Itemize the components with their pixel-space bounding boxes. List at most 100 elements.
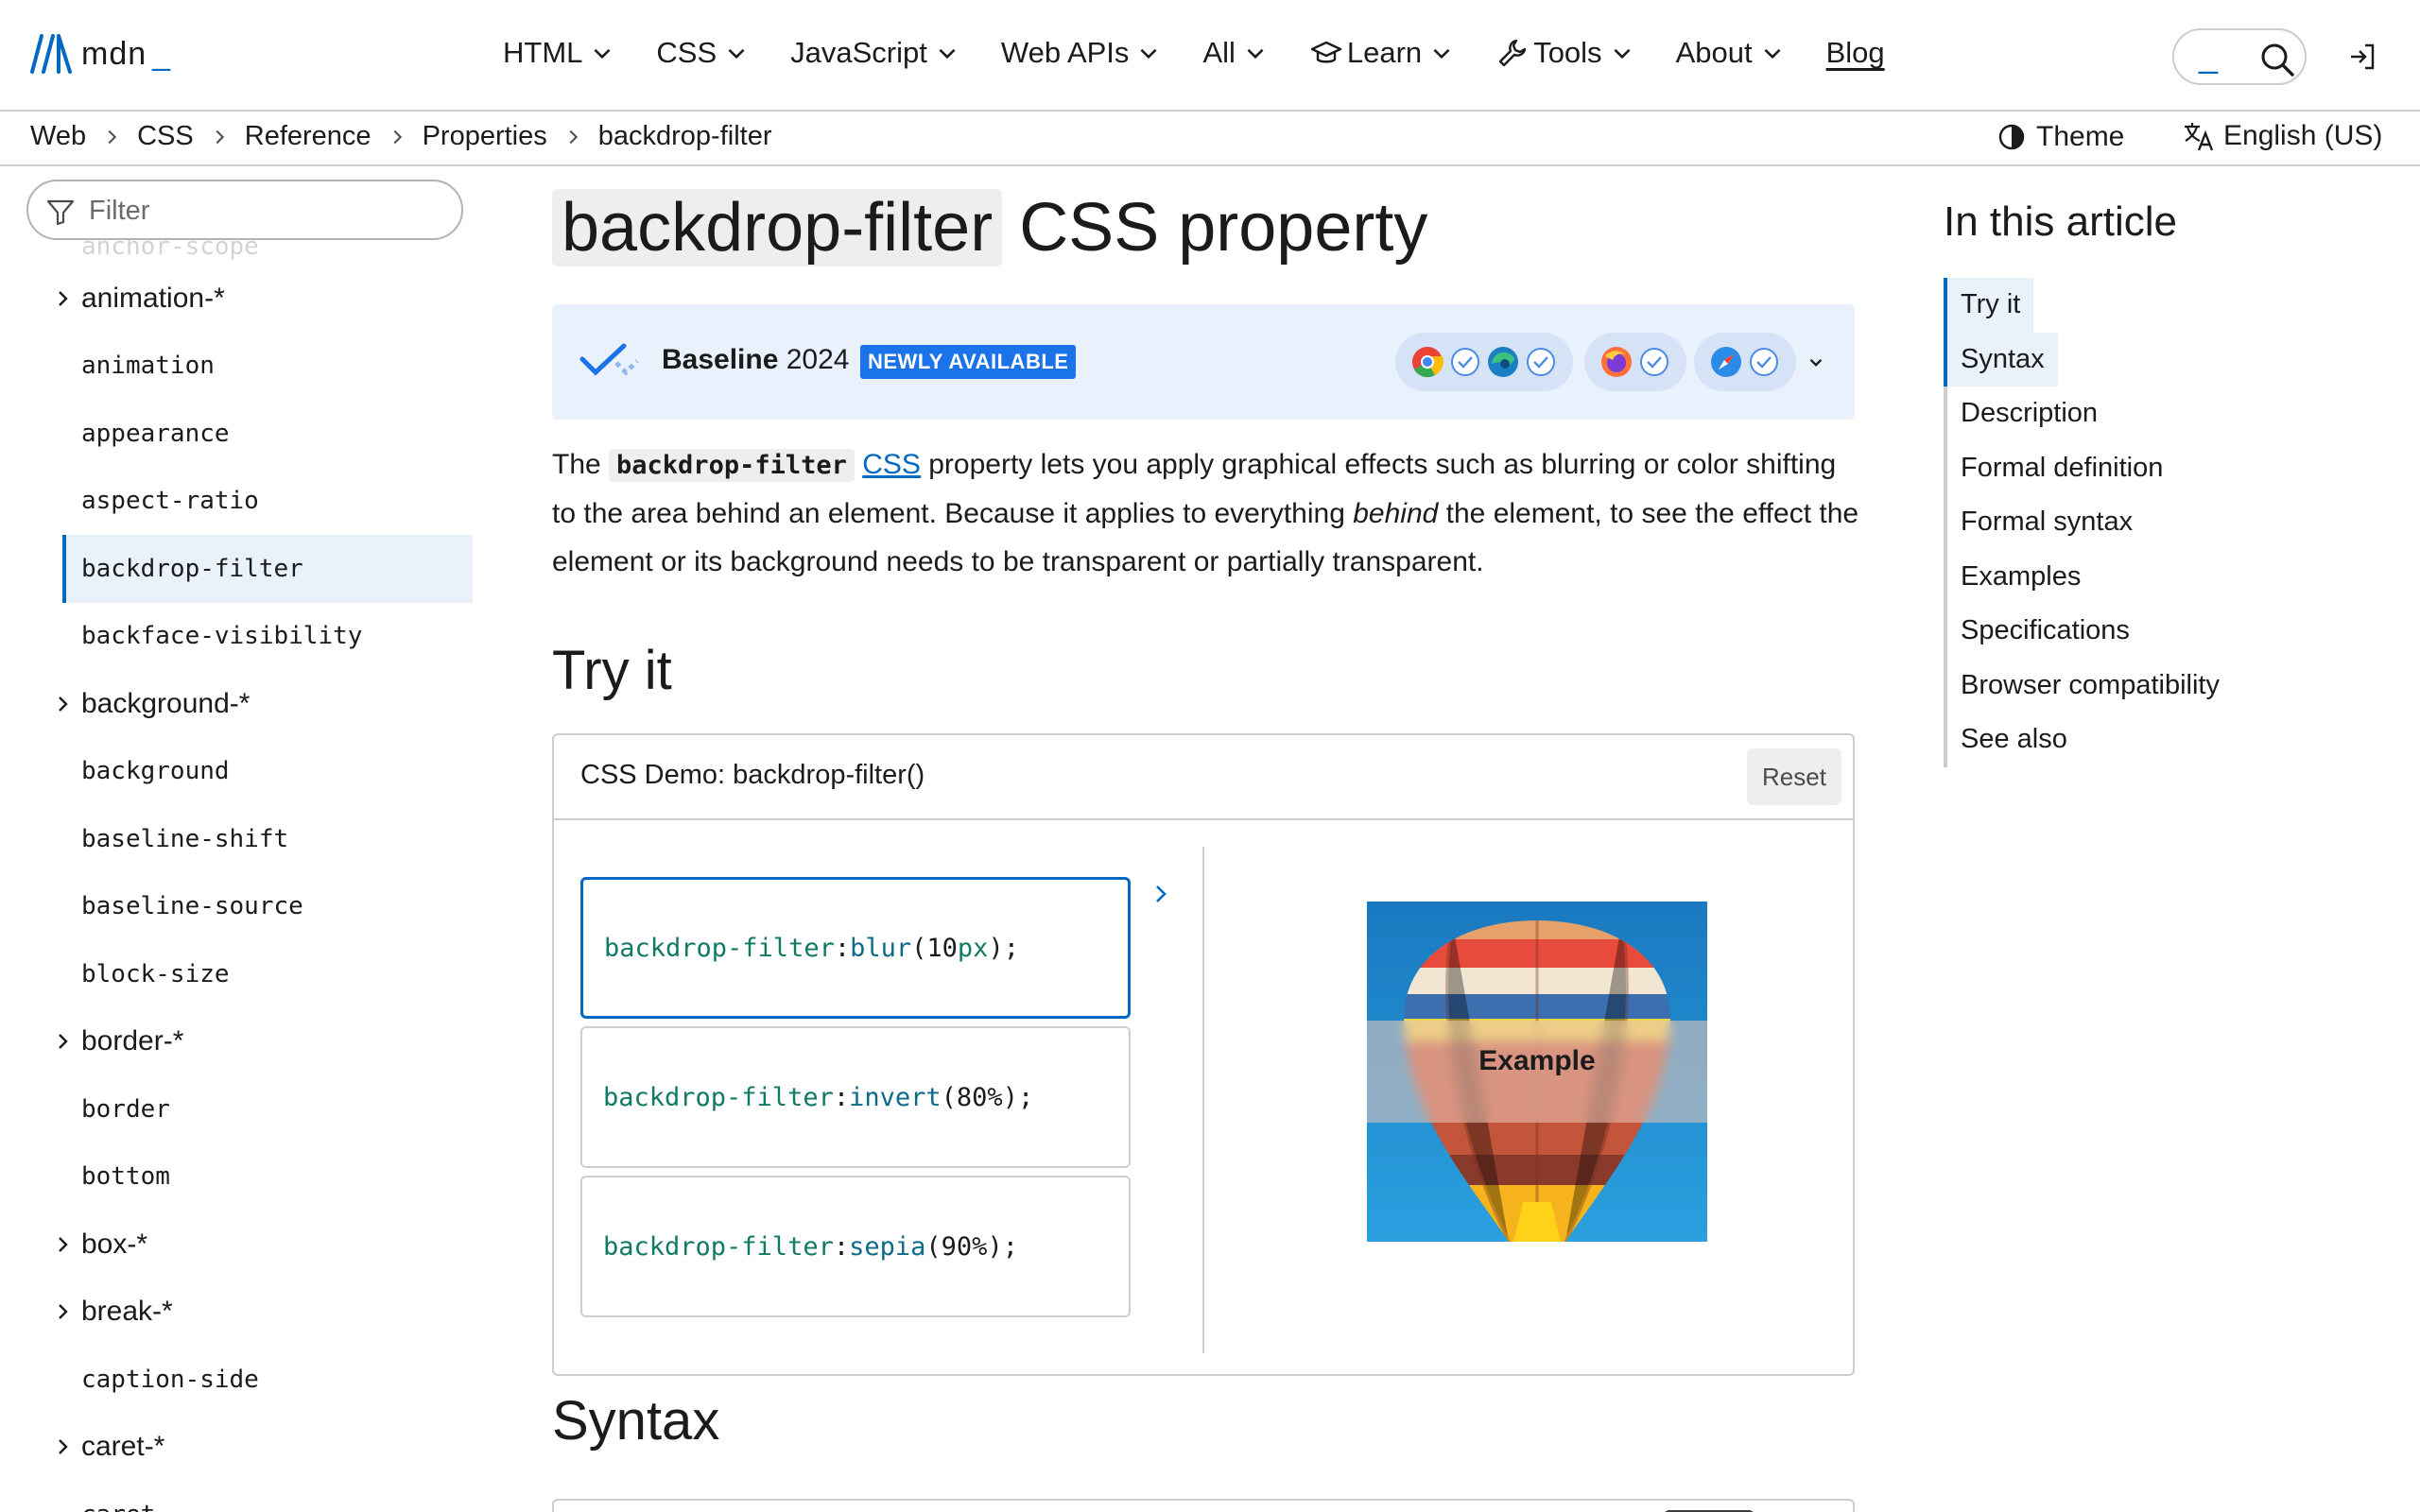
baseline-year: 2024 bbox=[786, 344, 850, 375]
page-title: backdrop-filter CSS property bbox=[552, 189, 1427, 266]
nav-web-apis[interactable]: Web APIs bbox=[1001, 36, 1162, 70]
sidebar-group[interactable]: break-* bbox=[0, 1279, 492, 1347]
sidebar-group[interactable]: animation-* bbox=[0, 265, 492, 333]
filter-input[interactable] bbox=[87, 189, 450, 232]
demo-choice[interactable]: backdrop-filter: blur(10 px); bbox=[580, 877, 1131, 1019]
language-button[interactable]: English (US) bbox=[2182, 119, 2382, 153]
chevron-down-icon bbox=[728, 48, 745, 60]
toc-link[interactable]: Browser compatibility bbox=[1947, 659, 2378, 713]
toc-link[interactable]: Try it bbox=[1944, 278, 2034, 333]
translate-icon bbox=[2185, 123, 2214, 151]
breadcrumb-css[interactable]: CSS bbox=[137, 121, 194, 152]
toc-link[interactable]: Formal syntax bbox=[1947, 495, 2378, 550]
sidebar-filter[interactable] bbox=[26, 180, 463, 240]
demo-header: CSS Demo: backdrop-filter() Reset bbox=[554, 735, 1853, 820]
sidebar-item-label: bottom bbox=[81, 1162, 170, 1192]
toc-row: Examples bbox=[1947, 550, 2378, 605]
theme-button[interactable]: Theme bbox=[1996, 121, 2124, 153]
language-label: English (US) bbox=[2223, 120, 2383, 151]
nav-blog-link[interactable]: Blog bbox=[1826, 36, 1885, 70]
chevron-right-icon bbox=[216, 129, 224, 144]
mdn-logo[interactable]: mdn _ bbox=[30, 34, 170, 74]
supported-check-icon bbox=[1527, 348, 1555, 376]
theme-icon bbox=[1998, 124, 2025, 150]
toc-link[interactable]: See also bbox=[1947, 713, 2378, 767]
nav-all[interactable]: All bbox=[1202, 36, 1267, 70]
wrench-icon bbox=[1498, 39, 1527, 67]
newly-available-badge: NEWLY AVAILABLE bbox=[860, 345, 1077, 379]
firefox-icon bbox=[1601, 347, 1632, 377]
sidebar-item-label: background-* bbox=[81, 687, 251, 719]
demo-choice[interactable]: backdrop-filter: sepia(90%); bbox=[580, 1176, 1131, 1317]
baseline-check-icon bbox=[579, 343, 639, 376]
sidebar-item[interactable]: aspect-ratio bbox=[0, 468, 492, 536]
toc-row: Specifications bbox=[1947, 604, 2378, 659]
sidebar-item[interactable]: block-size bbox=[0, 940, 492, 1008]
reset-button[interactable]: Reset bbox=[1747, 748, 1841, 805]
code-token-unit: px bbox=[957, 933, 989, 963]
breadcrumb-reference[interactable]: Reference bbox=[245, 121, 372, 152]
breadcrumb-web[interactable]: Web bbox=[30, 121, 86, 152]
chevron-right-icon bbox=[59, 290, 68, 306]
sidebar-item-label: animation-* bbox=[81, 282, 225, 314]
chevron-right-icon bbox=[59, 696, 68, 712]
toc-link[interactable]: Formal definition bbox=[1947, 441, 2378, 496]
breadcrumb-current[interactable]: backdrop-filter bbox=[598, 121, 772, 152]
chevron-right-icon bbox=[59, 1304, 68, 1320]
sidebar-item[interactable]: appearance bbox=[0, 400, 492, 468]
sidebar-group[interactable]: background-* bbox=[0, 670, 492, 738]
code-token-colon: : bbox=[833, 1082, 850, 1112]
toc-link[interactable]: Specifications bbox=[1947, 604, 2378, 659]
toc-link[interactable]: Syntax bbox=[1944, 332, 2058, 387]
sidebar-item[interactable]: backface-visibility bbox=[0, 603, 492, 671]
sidebar-item[interactable]: baseline-source bbox=[0, 873, 492, 941]
toc-link[interactable]: Examples bbox=[1947, 550, 2378, 605]
toc-link[interactable]: Description bbox=[1947, 387, 2378, 441]
code-token-num: 10 bbox=[926, 933, 958, 963]
toc-row: Formal syntax bbox=[1947, 495, 2378, 550]
nav-learn[interactable]: Learn bbox=[1309, 36, 1454, 70]
nav-label: Learn bbox=[1346, 36, 1423, 69]
code-token-fn: sepia bbox=[849, 1231, 926, 1262]
search-button[interactable]: _ bbox=[2172, 28, 2307, 85]
sidebar-item[interactable]: backdrop-filter bbox=[62, 535, 473, 603]
intro-emphasis: behind bbox=[1353, 498, 1439, 529]
intro-text: The bbox=[552, 449, 610, 480]
chevron-down-icon[interactable] bbox=[1804, 350, 1828, 374]
sidebar-item[interactable]: caret bbox=[0, 1481, 492, 1512]
sidebar-item[interactable]: background bbox=[0, 738, 492, 806]
chevron-right-icon bbox=[59, 1034, 68, 1050]
sidebar-item-label: background bbox=[81, 757, 230, 786]
nav-css[interactable]: CSS bbox=[656, 36, 749, 70]
nav-html[interactable]: HTML bbox=[503, 36, 614, 70]
demo-choice[interactable]: backdrop-filter: invert(80%); bbox=[580, 1026, 1131, 1168]
nav-about[interactable]: About bbox=[1676, 36, 1785, 70]
sidebar-item[interactable]: baseline-shift bbox=[0, 805, 492, 873]
sidebar-item[interactable]: border bbox=[0, 1075, 492, 1143]
code-token-num: 90% bbox=[941, 1231, 988, 1262]
breadcrumb-properties[interactable]: Properties bbox=[423, 121, 547, 152]
nav-label: CSS bbox=[656, 36, 717, 69]
sidebar-item-label: appearance bbox=[81, 419, 230, 448]
nav-javascript[interactable]: JavaScript bbox=[790, 36, 959, 70]
sidebar-item[interactable]: bottom bbox=[0, 1143, 492, 1211]
sidebar-item-label: box-* bbox=[81, 1228, 148, 1260]
sidebar-item[interactable]: animation bbox=[0, 333, 492, 401]
sidebar-group[interactable]: border-* bbox=[0, 1008, 492, 1076]
search-cursor: _ bbox=[2199, 36, 2219, 75]
sidebar-item[interactable]: caption-side bbox=[0, 1346, 492, 1414]
toc-row: Try it bbox=[1944, 278, 2378, 333]
login-icon[interactable] bbox=[2347, 42, 2377, 72]
sidebar-group[interactable]: box-* bbox=[0, 1211, 492, 1279]
chevron-right-icon bbox=[393, 129, 402, 144]
intro-text bbox=[855, 449, 862, 480]
sidebar-item-label: border-* bbox=[81, 1025, 184, 1057]
chevron-down-icon bbox=[1764, 48, 1781, 60]
css-link[interactable]: CSS bbox=[862, 449, 921, 480]
sidebar-group[interactable]: caret-* bbox=[0, 1414, 492, 1482]
table-of-contents: In this article Try it Syntax Description F… bbox=[1944, 198, 2378, 767]
nav-tools[interactable]: Tools bbox=[1495, 36, 1634, 70]
sidebar-item-label: caret bbox=[81, 1501, 155, 1512]
code-token-prop: backdrop-filter bbox=[603, 1231, 834, 1262]
sidebar-item-label: baseline-shift bbox=[81, 824, 289, 853]
